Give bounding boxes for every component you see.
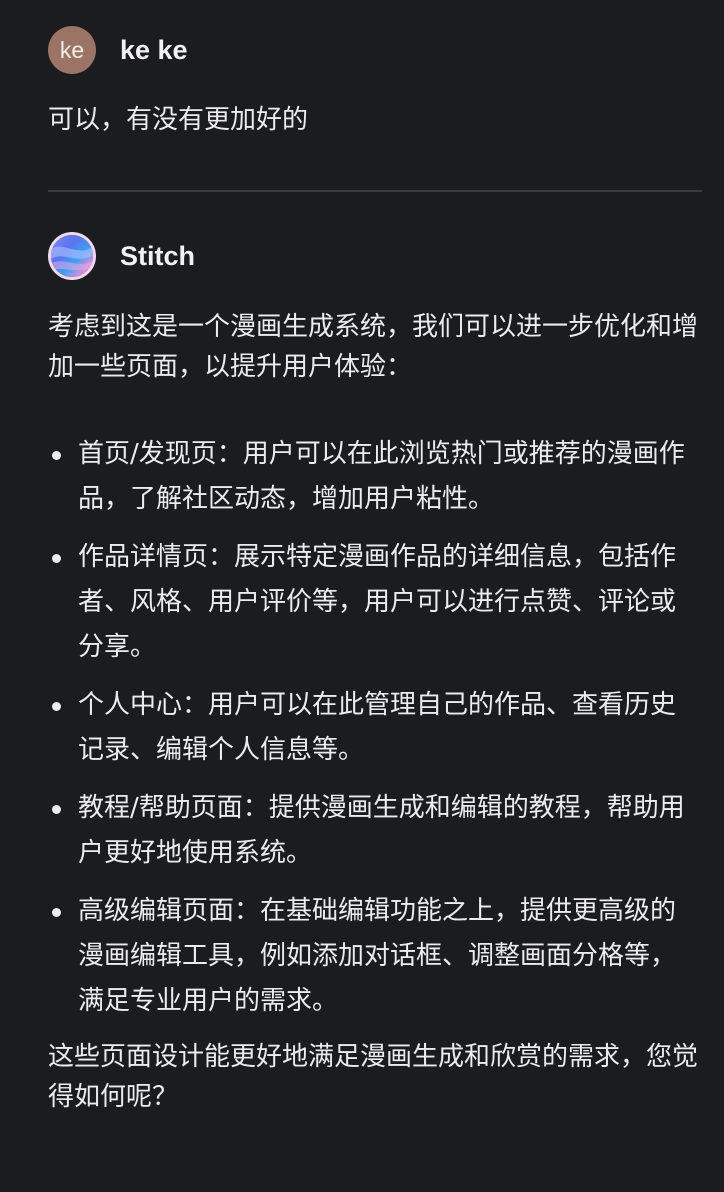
assistant-message-header: Stitch [48,232,195,280]
user-avatar-initials: ke [59,36,85,63]
user-avatar[interactable]: ke [48,26,96,74]
user-message-header: ke ke ke [48,26,188,74]
list-item: 首页/发现页：用户可以在此浏览热门或推荐的漫画作品，了解社区动态，增加用户粘性。 [48,432,698,522]
user-message-text: 可以，有没有更加好的 [48,105,309,135]
assistant-intro: 考虑到这是一个漫画生成系统，我们可以进一步优化和增加一些页面，以提升用户体验： [48,312,699,382]
suggestion-list: 首页/发现页：用户可以在此浏览热门或推荐的漫画作品，了解社区动态，增加用户粘性。… [48,432,698,1024]
assistant-message-body: 考虑到这是一个漫画生成系统，我们可以进一步优化和增加一些页面，以提升用户体验： … [48,307,698,1117]
list-item: 教程/帮助页面：提供漫画生成和编辑的教程，帮助用户更好地使用系统。 [48,786,698,876]
chat-thread: ke ke ke 可以，有没有更加好的 Stitch 考虑到这是一个漫画生成系统… [0,0,724,1192]
message-divider [48,190,702,192]
list-item: 高级编辑页面：在基础编辑功能之上，提供更高级的漫画编辑工具，例如添加对话框、调整… [48,889,698,1024]
assistant-name: Stitch [120,240,196,271]
assistant-closing: 这些页面设计能更好地满足漫画生成和欣赏的需求，您觉得如何呢？ [48,1042,699,1112]
gradient-orb-icon [48,232,96,280]
user-name: ke ke [120,34,188,65]
list-item: 个人中心：用户可以在此管理自己的作品、查看历史记录、编辑个人信息等。 [48,683,698,773]
list-item: 作品详情页：展示特定漫画作品的详细信息，包括作者、风格、用户评价等，用户可以进行… [48,535,698,670]
